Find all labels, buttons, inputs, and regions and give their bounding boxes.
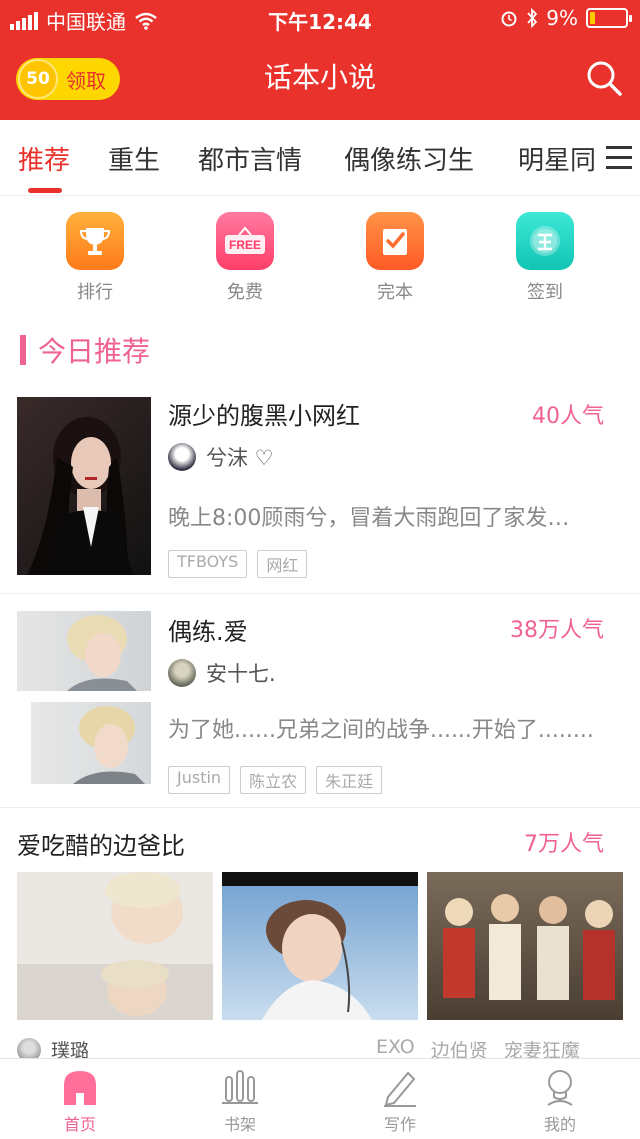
trophy-icon: [66, 212, 124, 270]
book-tag[interactable]: Justin: [168, 766, 231, 794]
book-title: 爱吃醋的边爸比: [17, 832, 185, 860]
author-name: 安十七.: [206, 662, 276, 686]
book-cover: [427, 872, 623, 1020]
book-tag[interactable]: 陈立农: [240, 766, 307, 794]
book-tag[interactable]: 朱正廷: [316, 766, 383, 794]
status-bar: 中国联通 下午12:44 9%: [0, 0, 640, 36]
home-icon: [64, 1071, 96, 1105]
bookshelf-icon: [222, 1070, 258, 1104]
book-author[interactable]: 安十七.: [168, 658, 276, 688]
profile-icon: [547, 1070, 573, 1106]
bottom-tab-bar: 首页 书架 写作 我的: [0, 1058, 640, 1139]
tabbar-profile[interactable]: 我的: [510, 1067, 610, 1135]
book-card[interactable]: 偶练.爱 38万人气 安十七. 为了她......兄弟之间的战争......开始…: [0, 594, 640, 808]
section-accent-bar: [20, 335, 26, 365]
section-heading: 今日推荐: [20, 330, 150, 370]
tabbar-write-label: 写作: [383, 1115, 416, 1134]
avatar: [168, 443, 196, 471]
tabbar-bookshelf-label: 书架: [223, 1115, 256, 1134]
bluetooth-icon: [527, 8, 538, 28]
section-title: 今日推荐: [38, 335, 151, 368]
tabbar-home[interactable]: 首页: [30, 1067, 130, 1135]
quick-links: 排行 FREE 免费 完本 签到: [0, 196, 640, 316]
tab-rebirth[interactable]: 重生: [108, 140, 160, 177]
battery-icon: [586, 8, 632, 28]
completed-label: 完本: [377, 282, 413, 303]
pen-icon: [384, 1071, 416, 1107]
app-header: 中国联通 下午12:44 9% 50 领取 话本小说: [0, 0, 640, 120]
tab-idol-trainee[interactable]: 偶像练习生: [344, 140, 474, 177]
ranking-link[interactable]: 排行: [50, 212, 140, 304]
checkbox-icon: [366, 212, 424, 270]
free-link[interactable]: FREE 免费: [200, 212, 290, 304]
book-tags: Justin 陈立农 朱正廷: [168, 766, 383, 794]
book-cover: [17, 611, 151, 691]
book-cover-secondary: [31, 702, 151, 784]
sign-in-icon: [516, 212, 574, 270]
ranking-label: 排行: [77, 282, 113, 303]
book-cover: [222, 872, 418, 1020]
alarm-icon: [501, 11, 517, 27]
tab-urban-romance[interactable]: 都市言情: [198, 140, 302, 177]
tabbar-write[interactable]: 写作: [350, 1067, 450, 1135]
book-description: 晚上8:00顾雨兮，冒着大雨跑回了家发…: [168, 506, 570, 531]
battery-percent: 9%: [546, 6, 578, 30]
search-icon[interactable]: [584, 58, 624, 98]
checkin-label: 签到: [527, 282, 563, 303]
tabbar-profile-label: 我的: [543, 1115, 576, 1134]
free-sign-icon: FREE: [216, 212, 274, 270]
book-author[interactable]: 兮沫 ♡: [168, 442, 274, 472]
book-tag[interactable]: 网红: [257, 550, 308, 578]
svg-text:FREE: FREE: [229, 238, 261, 252]
checkin-link[interactable]: 签到: [500, 212, 590, 304]
book-description: 为了她......兄弟之间的战争......开始了........: [168, 718, 594, 743]
book-tag[interactable]: TFBOYS: [168, 550, 248, 578]
book-popularity: 38万人气: [510, 618, 604, 643]
book-cover: [17, 872, 213, 1020]
category-tabs: 推荐 重生 都市言情 偶像练习生 明星同人: [0, 120, 640, 196]
tabs-menu-icon[interactable]: [596, 120, 640, 195]
book-card[interactable]: 源少的腹黑小网红 40人气 兮沫 ♡ 晚上8:00顾雨兮，冒着大雨跑回了家发… …: [0, 380, 640, 594]
book-popularity: 7万人气: [524, 832, 604, 857]
page-title: 话本小说: [263, 61, 376, 94]
author-name: 兮沫 ♡: [206, 446, 274, 470]
tabbar-bookshelf[interactable]: 书架: [190, 1067, 290, 1135]
tab-recommend[interactable]: 推荐: [18, 140, 70, 177]
book-title: 偶练.爱: [168, 618, 248, 646]
active-tab-indicator: [28, 188, 62, 193]
completed-link[interactable]: 完本: [350, 212, 440, 304]
book-tags: TFBOYS 网红: [168, 550, 308, 578]
book-cover: [17, 397, 151, 575]
free-label: 免费: [227, 282, 263, 303]
book-title: 源少的腹黑小网红: [168, 402, 360, 430]
avatar: [168, 659, 196, 687]
book-popularity: 40人气: [532, 404, 604, 429]
tabbar-home-label: 首页: [63, 1115, 96, 1134]
book-card[interactable]: 爱吃醋的边爸比 7万人气 璞璐 EXO 边伯贤 宠妻狂魔: [0, 808, 640, 1062]
